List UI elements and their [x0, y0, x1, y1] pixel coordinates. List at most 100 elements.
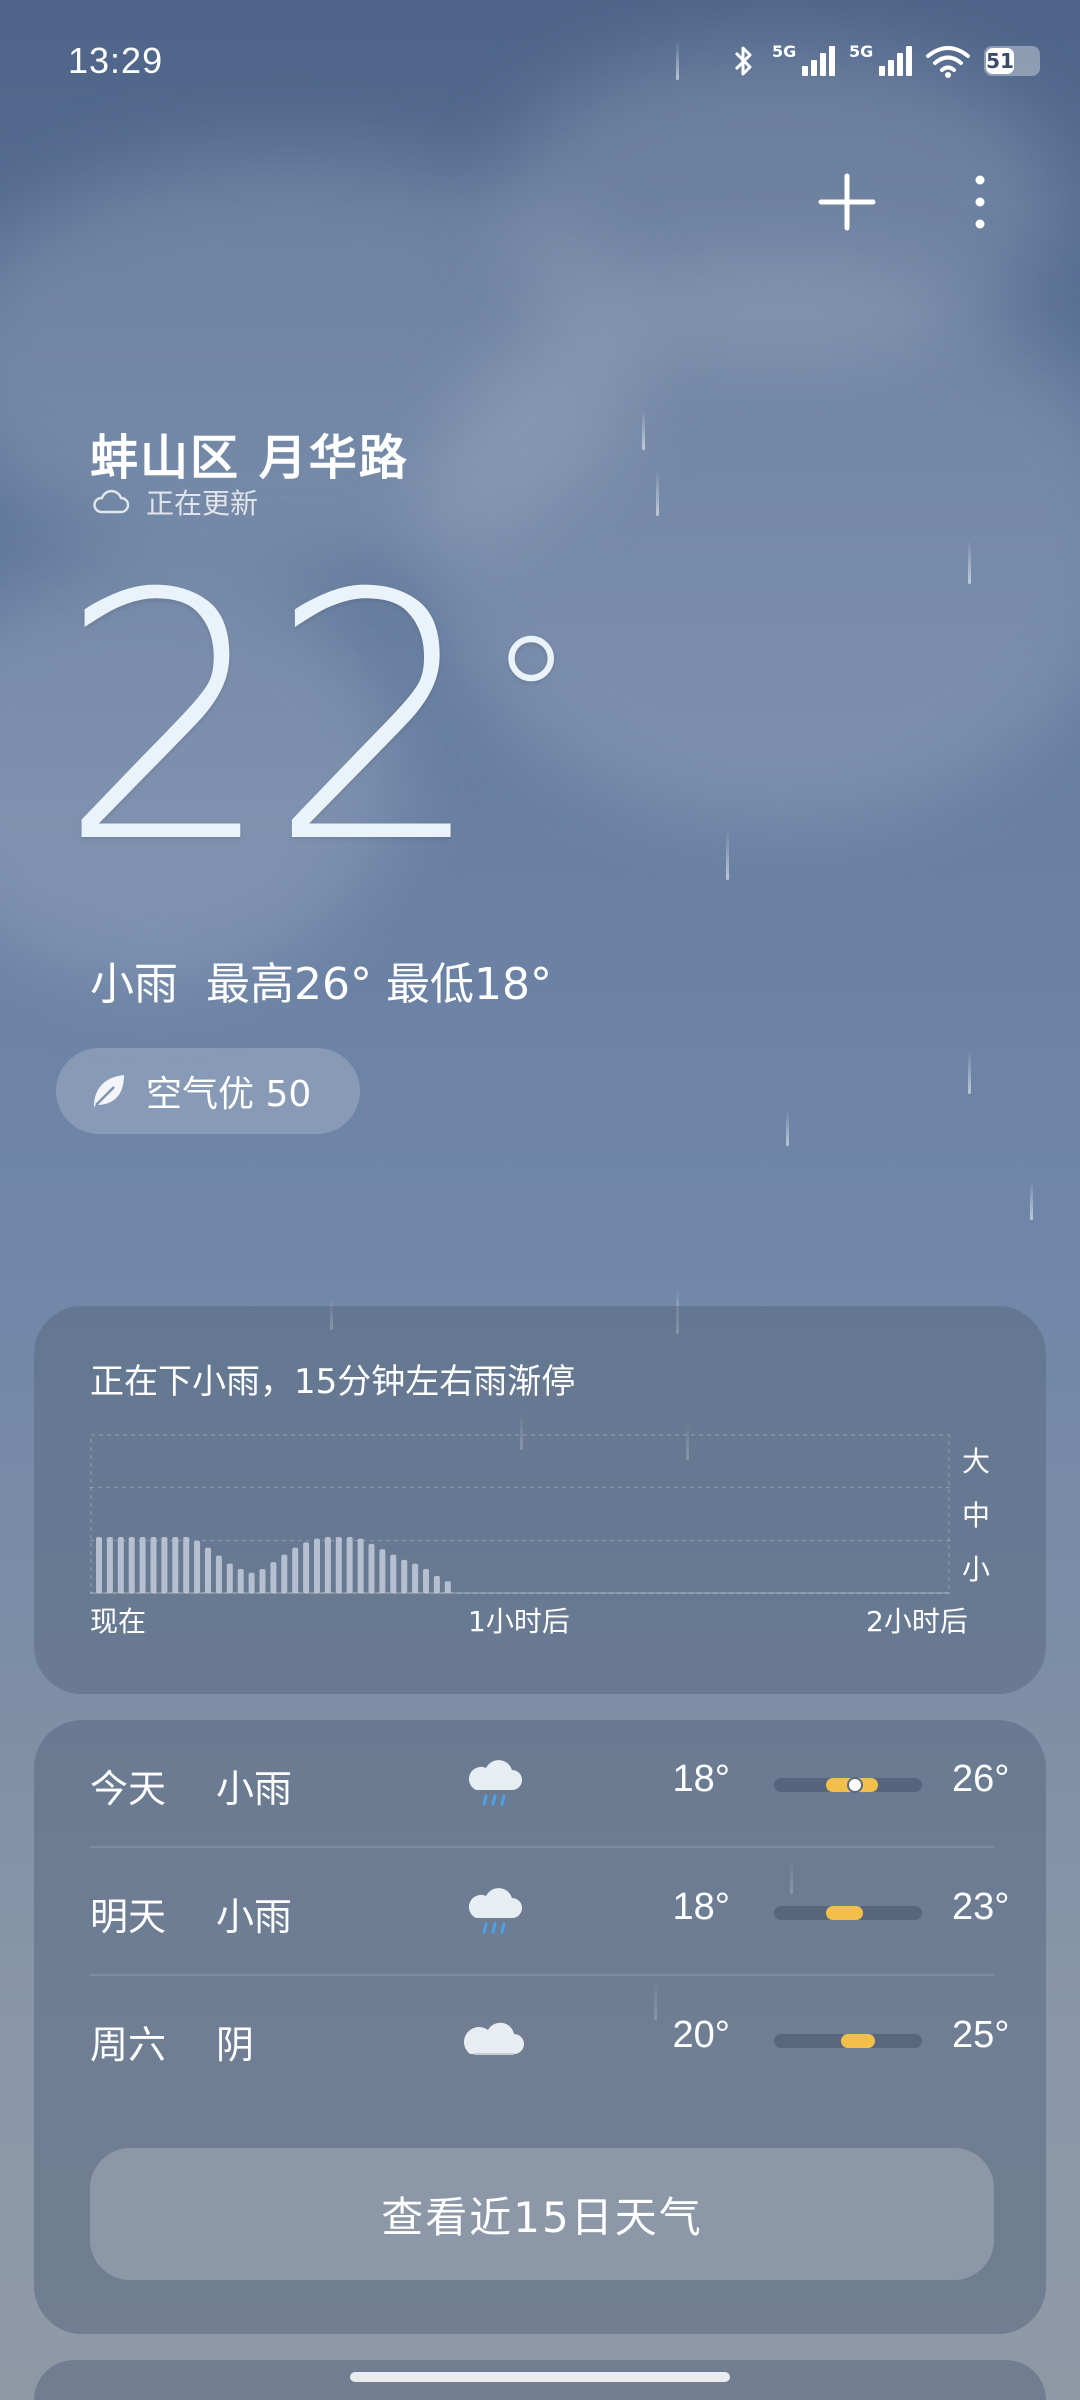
current-condition: 小雨 [90, 959, 178, 1010]
signal-icon: 5G [849, 42, 912, 76]
status-time: 13:29 [68, 40, 164, 81]
rain-streak [786, 1110, 789, 1146]
precipitation-bar [259, 1569, 266, 1593]
temperature-value: 22 [58, 522, 485, 918]
precipitation-summary: 正在下小雨，15分钟左右雨渐停 [90, 1362, 576, 1402]
precipitation-bar [248, 1572, 255, 1593]
precipitation-bar [205, 1547, 211, 1593]
forecast-high: 23° [952, 1886, 1010, 1928]
rain-streak [968, 1050, 971, 1094]
precipitation-bar [368, 1543, 375, 1593]
precipitation-bar [183, 1537, 190, 1593]
rain-streak [642, 410, 645, 450]
rain-streak [1030, 1180, 1033, 1220]
precipitation-bar [423, 1569, 429, 1593]
status-icons: 5G 5G 51 [728, 42, 1040, 78]
forecast-low: 20° [672, 2014, 730, 2056]
rain-cloud-icon [468, 1760, 522, 1806]
forecast-condition: 阴 [216, 2023, 255, 2067]
overcast-cloud-icon [464, 2022, 524, 2055]
leaf-icon [94, 1075, 124, 1107]
battery-level: 51 [986, 48, 1014, 74]
precipitation-bar [117, 1537, 124, 1593]
more-menu-button[interactable] [960, 170, 1000, 234]
precipitation-bar [357, 1538, 364, 1593]
location-title[interactable]: 蚌山区 月华路 [90, 418, 409, 488]
precipitation-bar [444, 1581, 451, 1593]
x-label-2h: 2小时后 [866, 1605, 968, 1638]
precipitation-bar [139, 1537, 146, 1593]
forecast-high: 25° [952, 2014, 1010, 2056]
temperature-range-bar [774, 1906, 922, 1920]
air-quality-label: 空气优 50 [146, 1074, 312, 1115]
temperature-range [840, 2034, 875, 2048]
forecast-high: 26° [952, 1758, 1010, 1800]
precipitation-bar [324, 1537, 331, 1593]
bluetooth-icon [734, 46, 752, 76]
wifi-icon [926, 46, 970, 78]
precipitation-bar [194, 1540, 201, 1593]
forecast-row-today[interactable]: 今天 小雨 18° 26° [90, 1720, 1009, 1846]
precipitation-bar [314, 1538, 320, 1593]
temperature-range-bar [774, 1777, 922, 1793]
forecast-day: 周六 [90, 2023, 167, 2067]
precipitation-bar [281, 1554, 288, 1593]
precipitation-bar [303, 1542, 310, 1593]
weather-summary: 小雨 最高26° 最低18° [90, 948, 552, 1012]
low-temperature: 最低18° [386, 959, 552, 1010]
high-temperature: 最高26° [206, 959, 372, 1010]
forecast-condition: 小雨 [216, 1767, 293, 1811]
y-level-heavy: 大 [962, 1445, 991, 1478]
y-level-light: 小 [962, 1553, 991, 1586]
precipitation-bar [292, 1547, 299, 1593]
precipitation-bar [390, 1554, 397, 1593]
precipitation-bar [215, 1555, 222, 1593]
battery-icon: 51 [984, 46, 1040, 76]
precipitation-chart-plot [90, 1434, 950, 1594]
y-level-medium: 中 [962, 1499, 991, 1532]
forecast-condition: 小雨 [216, 1895, 293, 1939]
precipitation-bar [379, 1549, 386, 1593]
forecast-row-tomorrow[interactable]: 明天 小雨 18° 23° [90, 1848, 1009, 1974]
precipitation-bar [346, 1537, 353, 1593]
precipitation-bar [150, 1537, 157, 1593]
home-indicator[interactable] [350, 2372, 730, 2382]
precipitation-bar [161, 1537, 168, 1593]
temperature-range [825, 1906, 863, 1920]
view-15-day-forecast-button[interactable]: 查看近15日天气 [90, 2148, 994, 2280]
precipitation-bar [237, 1569, 244, 1593]
forecast-day: 明天 [90, 1895, 167, 1939]
rain-streak [726, 830, 729, 880]
precipitation-bar [96, 1537, 102, 1593]
add-city-button[interactable] [815, 170, 879, 234]
network-type-label: 5G [772, 42, 797, 61]
precipitation-bar [335, 1537, 342, 1593]
more-vertical-icon [975, 175, 985, 229]
network-type-label: 5G [849, 42, 874, 61]
precipitation-bar [412, 1563, 419, 1593]
cloud-outline-icon [93, 489, 130, 514]
air-quality-chip[interactable]: 空气优 50 [56, 1048, 360, 1134]
update-status-text: 正在更新 [146, 487, 259, 520]
precipitation-bar [401, 1559, 408, 1593]
precipitation-card[interactable]: 正在下小雨，15分钟左右雨渐停 大 中 小 现在 1小时后 2小时后 [34, 1306, 1046, 1694]
precipitation-bar [106, 1537, 113, 1593]
update-status: 正在更新 [92, 482, 258, 522]
precipitation-bar [226, 1563, 233, 1593]
forecast-low: 18° [672, 1886, 730, 1928]
rain-streak [968, 540, 971, 584]
forecast-row-saturday[interactable]: 周六 阴 20° 25° [90, 1976, 1009, 2102]
forecast-card: 今天 小雨 18° 26° 明天 小雨 18° 23° 周六 阴 20° 25°… [34, 1720, 1046, 2334]
status-bar: 13:29 5G 5G 51 [0, 0, 1080, 130]
precipitation-chart: 大 中 小 现在 1小时后 2小时后 [90, 1434, 990, 1644]
precipitation-bar [172, 1537, 179, 1593]
temperature-range-bar [774, 2034, 922, 2048]
signal-icon: 5G [772, 42, 835, 76]
forecast-low: 18° [672, 1758, 730, 1800]
degree-symbol: ° [488, 601, 574, 799]
precipitation-bar [128, 1537, 135, 1593]
rain-cloud-icon [468, 1888, 522, 1934]
x-label-now: 现在 [90, 1605, 147, 1638]
plus-icon [818, 173, 876, 231]
rain-streak [656, 470, 659, 516]
